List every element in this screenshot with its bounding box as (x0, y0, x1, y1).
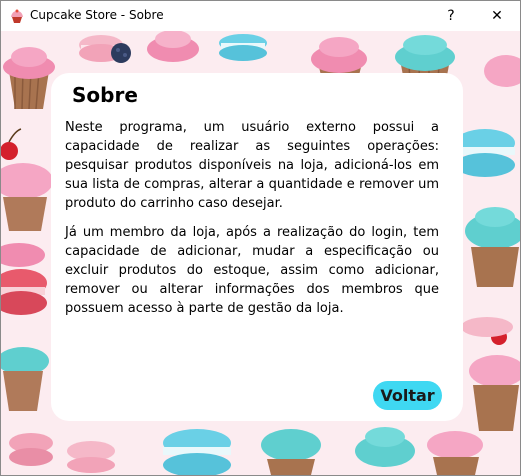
cupcake-icon (427, 431, 483, 475)
cupcake-icon (484, 55, 520, 87)
macaron-icon (219, 34, 267, 61)
cupcake-icon (465, 207, 520, 287)
cupcake-icon (3, 47, 55, 110)
macaron-icon (455, 129, 515, 177)
berry-icon (111, 43, 131, 63)
cupcake-icon (147, 30, 199, 62)
description-paragraph-2: Já um membro da loja, após a realização … (65, 225, 439, 316)
description-paragraph-1: Neste programa, um usuário externo possu… (65, 120, 439, 211)
about-panel: Sobre Neste programa, um usuário externo… (51, 73, 463, 421)
cupcake-app-icon (11, 9, 23, 23)
title-bar: Cupcake Store - Sobre ? ✕ (1, 1, 520, 31)
macaron-icon (67, 441, 115, 473)
macaron-icon (461, 317, 513, 337)
help-button[interactable]: ? (428, 1, 474, 31)
cupcake-icon (261, 429, 321, 475)
cupcake-icon (355, 427, 415, 467)
cupcake-icon (1, 347, 49, 411)
cupcake-icon (1, 163, 53, 231)
panel-title: Sobre (72, 83, 138, 107)
window-title: Cupcake Store - Sobre (30, 8, 164, 22)
cupcake-background: Sobre Neste programa, um usuário externo… (1, 30, 520, 475)
macaron-icon (163, 429, 231, 475)
back-button[interactable]: Voltar (373, 381, 442, 410)
close-button[interactable]: ✕ (474, 1, 520, 31)
cherry-icon (1, 128, 22, 160)
macaron-icon (1, 269, 47, 315)
about-window: Cupcake Store - Sobre ? ✕ Sobre Neste pr… (0, 0, 521, 476)
cupcake-icon (1, 243, 45, 267)
cupcake-icon (469, 355, 520, 431)
macaron-icon (9, 433, 53, 466)
